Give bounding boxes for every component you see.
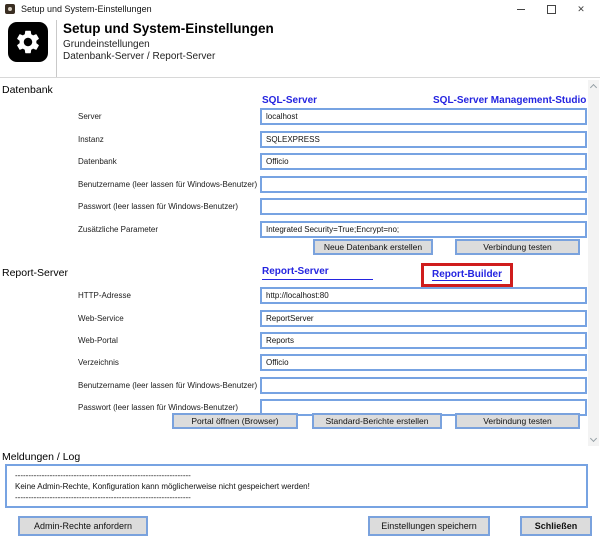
log-output[interactable]: ----------------------------------------… <box>5 464 588 508</box>
label-http-adresse: HTTP-Adresse <box>78 291 131 300</box>
standard-berichte-erstellen-button[interactable]: Standard-Berichte erstellen <box>312 413 442 429</box>
label-rs-passwort: Passwort (leer lassen für Windows-Benutz… <box>78 403 238 412</box>
gear-icon <box>8 22 48 62</box>
page-subtitle-1: Grundeinstellungen <box>63 39 150 50</box>
web-portal-input[interactable] <box>260 332 587 349</box>
minimize-icon <box>517 9 525 10</box>
label-zusaetzliche-parameter: Zusätzliche Parameter <box>78 225 158 234</box>
scroll-up-icon[interactable] <box>590 84 597 91</box>
db-verbindung-testen-button[interactable]: Verbindung testen <box>455 239 580 255</box>
instanz-input[interactable] <box>260 131 587 148</box>
maximize-icon <box>547 5 556 14</box>
label-web-portal: Web-Portal <box>78 336 118 345</box>
datenbank-input[interactable] <box>260 153 587 170</box>
label-rs-benutzername: Benutzername (leer lassen für Windows-Be… <box>78 381 257 390</box>
http-adresse-input[interactable] <box>260 287 587 304</box>
minimize-button[interactable] <box>506 0 536 18</box>
window-controls: ✕ <box>506 0 596 18</box>
label-datenbank: Datenbank <box>78 157 117 166</box>
section-title-datenbank: Datenbank <box>2 84 53 96</box>
header-divider-horizontal <box>0 77 600 78</box>
section-title-meldungen-log: Meldungen / Log <box>2 451 80 463</box>
portal-oeffnen-button[interactable]: Portal öffnen (Browser) <box>172 413 298 429</box>
vertical-scrollbar[interactable] <box>588 80 599 446</box>
log-line-separator-bottom: ----------------------------------------… <box>15 492 586 503</box>
verzeichnis-input[interactable] <box>260 354 587 371</box>
page-subtitle-2: Datenbank-Server / Report-Server <box>63 51 215 62</box>
link-report-builder[interactable]: Report-Builder <box>432 269 502 281</box>
close-icon: ✕ <box>577 5 585 14</box>
maximize-button[interactable] <box>536 0 566 18</box>
web-service-input[interactable] <box>260 310 587 327</box>
app-window: Setup und System-Einstellungen ✕ Setup u… <box>0 0 600 542</box>
close-window-button[interactable]: ✕ <box>566 0 596 18</box>
label-web-service: Web-Service <box>78 314 124 323</box>
window-title: Setup und System-Einstellungen <box>21 4 152 14</box>
log-line-separator-top: ----------------------------------------… <box>15 470 586 481</box>
db-passwort-input[interactable] <box>260 198 587 215</box>
link-sql-server[interactable]: SQL-Server <box>262 95 385 109</box>
label-verzeichnis: Verzeichnis <box>78 358 119 367</box>
zusaetzliche-parameter-input[interactable] <box>260 221 587 238</box>
header-divider-vertical <box>56 20 57 77</box>
highlight-box-report-builder: Report-Builder <box>421 263 513 287</box>
page-title: Setup und System-Einstellungen <box>63 21 274 36</box>
neue-datenbank-erstellen-button[interactable]: Neue Datenbank erstellen <box>313 239 433 255</box>
log-line-message: Keine Admin-Rechte, Konfiguration kann m… <box>15 481 586 492</box>
scroll-down-icon[interactable] <box>590 435 597 442</box>
link-sql-server-management-studio[interactable]: SQL-Server Management-Studio <box>433 95 586 109</box>
db-benutzername-input[interactable] <box>260 176 587 193</box>
label-db-passwort: Passwort (leer lassen für Windows-Benutz… <box>78 202 238 211</box>
app-icon <box>5 4 15 14</box>
label-db-benutzername: Benutzername (leer lassen für Windows-Be… <box>78 180 257 189</box>
link-report-server[interactable]: Report-Server <box>262 266 373 280</box>
rs-verbindung-testen-button[interactable]: Verbindung testen <box>455 413 580 429</box>
server-input[interactable] <box>260 108 587 125</box>
schliessen-button[interactable]: Schließen <box>520 516 592 536</box>
einstellungen-speichern-button[interactable]: Einstellungen speichern <box>368 516 490 536</box>
label-server: Server <box>78 112 102 121</box>
section-title-report-server: Report-Server <box>2 267 68 279</box>
label-instanz: Instanz <box>78 135 104 144</box>
rs-benutzername-input[interactable] <box>260 377 587 394</box>
admin-rechte-anfordern-button[interactable]: Admin-Rechte anfordern <box>18 516 148 536</box>
titlebar: Setup und System-Einstellungen ✕ <box>0 0 600 18</box>
